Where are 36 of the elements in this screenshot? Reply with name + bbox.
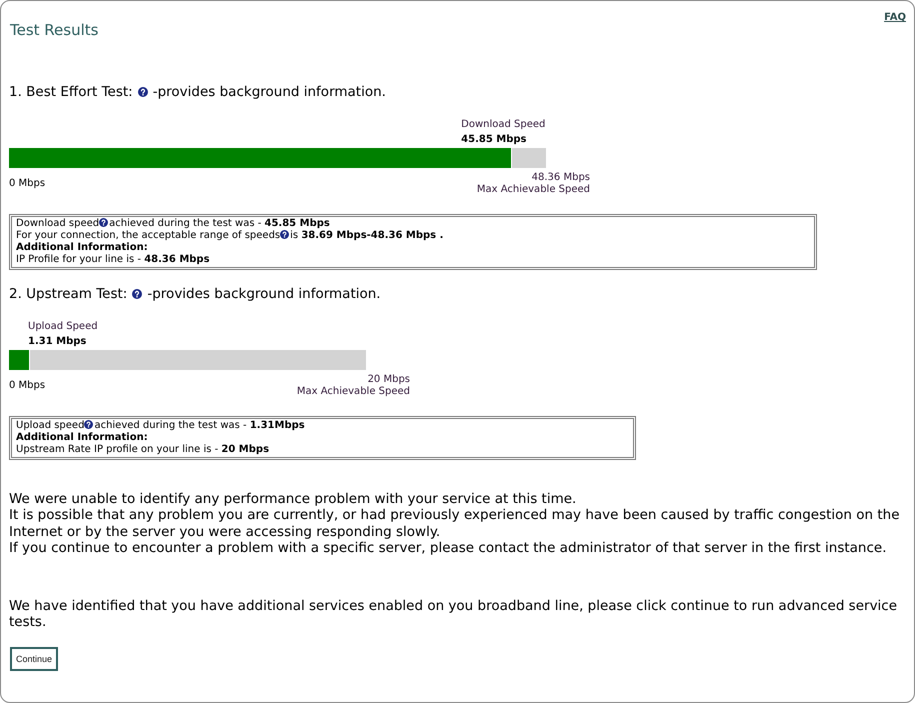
speed-label: Upload Speed xyxy=(28,320,98,333)
help-icon[interactable] xyxy=(138,87,148,97)
help-note: -provides background information. xyxy=(147,286,381,302)
info-text: Download speed xyxy=(16,218,100,229)
page-title: Test Results xyxy=(9,20,98,39)
notice-text: If you continue to encounter a problem with a specific server, please contact the administrator of that server in the first instance. xyxy=(9,540,888,556)
notice-text: We were unable to identify any performance problem with your service at this time. xyxy=(9,491,578,508)
notice-text: We have identified that you have additional services enabled on you broadband line, please click continue to run advanced service tests. xyxy=(9,598,898,631)
scale-min-label: 0 Mbps xyxy=(9,178,46,190)
info-text: Upstream Rate IP profile on your line is - 20 Mbps xyxy=(16,444,270,455)
info-heading: Additional Information: xyxy=(16,242,148,253)
speed-label: Download Speed xyxy=(461,118,546,131)
info-heading: Additional Information: xyxy=(16,432,148,443)
scale-max-label: Max Achievable Speed xyxy=(296,386,410,398)
info-text: IP Profile for your line is - 48.36 Mbps xyxy=(16,254,210,265)
help-icon[interactable] xyxy=(280,230,290,239)
scale-max-value: 48.36 Mbps xyxy=(532,172,590,184)
info-text: achieved during the test was - 1.31Mbps xyxy=(94,420,305,431)
help-icon[interactable] xyxy=(84,420,94,429)
faq-link[interactable]: FAQ xyxy=(884,11,906,24)
help-note: -provides background information. xyxy=(152,84,386,100)
info-text: achieved during the test was - 45.85 Mbps xyxy=(109,218,330,229)
section-heading: 1. Best Effort Test: xyxy=(9,84,133,100)
info-text: is 38.69 Mbps-48.36 Mbps . xyxy=(290,230,444,241)
scale-min-label: 0 Mbps xyxy=(9,380,46,392)
speed-value: 1.31 Mbps xyxy=(28,335,86,348)
info-text: For your connection, the acceptable range of speeds xyxy=(16,230,280,241)
continue-button[interactable]: Continue xyxy=(10,646,58,671)
scale-max-value: 20 Mbps xyxy=(368,374,410,386)
notice-text: It is possible that any problem you are currently, or had previously experienced may have been caused by traffic congestion on the Internet or by the server you were accessing responding slowly. xyxy=(9,507,901,540)
scale-max-label: Max Achievable Speed xyxy=(476,184,590,196)
info-text: Upload speed xyxy=(16,420,84,431)
help-icon[interactable] xyxy=(132,289,142,299)
section-heading: 2. Upstream Test: xyxy=(9,286,128,302)
help-icon[interactable] xyxy=(99,218,108,227)
speed-value: 45.85 Mbps xyxy=(461,133,526,146)
